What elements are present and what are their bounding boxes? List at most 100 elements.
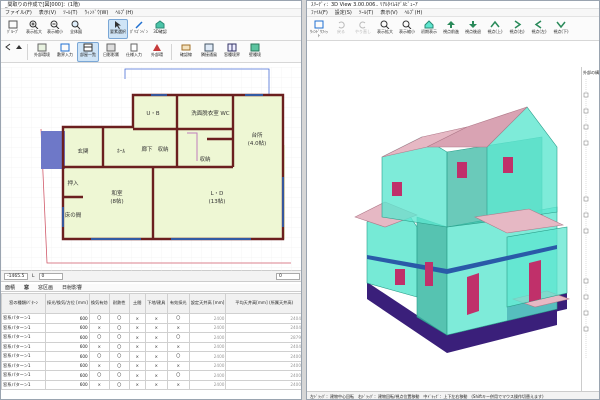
table-cell: 窓系パターン1 [1, 341, 46, 352]
table-row[interactable]: 窓系パターン1 600 × 〇 × × × 2400 2400 [1, 379, 301, 390]
component-tree[interactable]: 外部の構成 [581, 67, 599, 391]
view3d-button[interactable]: 3D確認 [150, 19, 170, 39]
boundary-button[interactable]: 敷界入力 [54, 42, 76, 62]
menu-view[interactable]: 表示(V) [380, 9, 397, 16]
look-right-button[interactable]: 視点(右) [507, 19, 527, 39]
redo-button[interactable]: やり直し [353, 19, 373, 39]
environment-icon [37, 43, 47, 52]
table-row[interactable]: 窓系パターン1 600 × 〇 × × × 2400 2400 [1, 360, 301, 371]
ventilation-button[interactable]: 隣接通風 [198, 42, 220, 62]
table-cell: 2879 [225, 332, 301, 343]
table-row[interactable]: 窓系パターン1 600 〇〇 × × 〇 2400 2400 [1, 351, 301, 362]
table-cell: 600 [45, 313, 90, 324]
fit-window-button[interactable]: ｳｨﾝﾄﾞｳﾌｨｯﾄ [309, 19, 329, 39]
viewer-title: ｽﾘｰﾃﾞｨ：3D View 3.00.006.. ﾘｱﾙﾀｲﾑﾓﾃﾞﾙﾋﾞｭｰ… [311, 2, 418, 8]
check-line-button[interactable]: 確認線 [175, 42, 197, 62]
model-3d-viewport[interactable] [307, 67, 581, 391]
boundary-icon [60, 43, 70, 52]
menu-tools[interactable]: ﾂｰﾙ(T) [63, 9, 77, 16]
viewer-3d-window: ｽﾘｰﾃﾞｨ：3D View 3.00.006.. ﾘｱﾙﾀｲﾑﾓﾃﾞﾙﾋﾞｭｰ… [306, 0, 600, 400]
tab-window[interactable]: 窓 [24, 284, 29, 291]
menu-help[interactable]: ﾍﾙﾌﾟ(H) [115, 9, 133, 16]
menu-settings[interactable]: 設定(S) [335, 9, 352, 16]
tree-node [583, 124, 589, 130]
tab-area[interactable]: 面積 [5, 284, 15, 291]
zoom-field[interactable]: 0 [276, 272, 300, 280]
menu-tools[interactable]: ﾂｰﾙ(T) [359, 9, 373, 16]
shadow-button[interactable]: 日影影響 [100, 42, 122, 62]
length-field[interactable]: 0 [38, 272, 63, 280]
tree-node [583, 196, 589, 202]
room-list-button[interactable]: 部屋一覧 [77, 41, 99, 62]
window-pane [529, 260, 541, 302]
menu-file[interactable]: ファイル(F) [5, 9, 32, 16]
home-view-button[interactable]: 初期表示 [419, 19, 439, 39]
zoom-in-button[interactable]: 表示拡大 [375, 19, 395, 39]
menu-window[interactable]: ｳｨﾝﾄﾞｳ(W) [85, 9, 109, 16]
table-cell: × [88, 341, 110, 352]
look-left-button[interactable]: 視点(左) [529, 19, 549, 39]
floor-plan-canvas[interactable]: U・B 洗面脱衣室 WC 台所 (4.0帖) 玄関 ﾎｰﾙ 廊下 収納 収納 押… [1, 67, 301, 271]
floor-plan-window: _間取りの作成で[図]000]：(1階) ファイル(F) 表示(V) ﾂｰﾙ(T… [0, 0, 302, 400]
menu-help[interactable]: ﾍﾙﾌﾟ(H) [405, 9, 423, 16]
left-toolbar: ｸﾞﾙｰﾌﾟ 表示拡大 表示縮小 全体図 要素選択 ﾎﾟﾘｺﾞﾝﾍﾞﾝ 3D確認 [1, 17, 301, 41]
room-label-oshiire: 押入 [67, 179, 79, 187]
look-down-button[interactable]: 視点(下) [551, 19, 571, 39]
table-cell: 2400 [188, 351, 227, 362]
look-up-button[interactable]: 視点(上) [485, 19, 505, 39]
table-cell: 窓系パターン1 [1, 332, 46, 343]
table-row[interactable]: 窓系パターン1 600 〇〇 × × 〇 2400 2400 [1, 370, 301, 381]
select-icon [113, 20, 123, 29]
nav-up-button[interactable] [14, 42, 24, 62]
menu-file[interactable]: ﾌｧｲﾙ(F) [311, 9, 328, 16]
select-element-button[interactable]: 要素選択 [108, 19, 128, 39]
right-menu-bar: ﾌｧｲﾙ(F) 設定(S) ﾂｰﾙ(T) 表示(V) ﾍﾙﾌﾟ(H) [307, 9, 599, 17]
group-button[interactable]: ｸﾞﾙｰﾌﾟ [3, 19, 23, 39]
table-cell: 2400 [188, 360, 227, 371]
menu-view[interactable]: 表示(V) [39, 9, 56, 16]
zoom-out-button[interactable]: 表示縮小 [45, 19, 65, 39]
window-pane [425, 262, 433, 286]
column-header: 窓の種類/ﾊﾟﾀｰﾝ [1, 293, 46, 314]
tab-window-section[interactable]: 窓区画 [38, 284, 53, 291]
spec-button[interactable]: 仕様入力 [123, 42, 145, 62]
polygon-icon [134, 20, 144, 29]
table-cell: × [144, 341, 168, 352]
room-label-genkan: 玄関 [77, 147, 89, 155]
back-button[interactable]: 視点後退 [463, 19, 483, 39]
left-menu-bar: ファイル(F) 表示(V) ﾂｰﾙ(T) ｳｨﾝﾄﾞｳ(W) ﾍﾙﾌﾟ(H) [1, 9, 301, 17]
table-cell: 窓系パターン1 [1, 313, 46, 324]
undo-button[interactable]: 戻る [331, 19, 351, 39]
polygon-pen-button[interactable]: ﾎﾟﾘｺﾞﾝﾍﾞﾝ [129, 19, 149, 39]
environment-button[interactable]: 外部環境 [31, 42, 53, 62]
forward-button[interactable]: 視点前進 [441, 19, 461, 39]
exterior-button[interactable]: 外部環 [146, 42, 168, 62]
undo-icon [336, 20, 346, 29]
table-body: 窓系パターン1 600 〇〇 × × 〇 2400 2404 窓系パターン1 600 × 〇 × × × 24… [1, 313, 301, 390]
chevron-down-icon [556, 20, 566, 29]
table-cell: × [128, 351, 146, 362]
table-row[interactable]: 窓系パターン1 600 × 〇 × × × 2400 2404 [1, 322, 301, 333]
table-cell: 2404 [225, 341, 301, 352]
blank-button[interactable] [87, 19, 107, 39]
table-row[interactable]: 窓系パターン1 600 〇〇 × × 〇 2400 2879 [1, 332, 301, 343]
chevron-left-icon [534, 20, 544, 29]
room-list-icon [83, 43, 93, 52]
left-title-bar: _間取りの作成で[図]000]：(1階) [1, 1, 301, 9]
nav-left-button[interactable] [3, 42, 13, 62]
table-cell: 〇 [108, 313, 130, 324]
zoom-out-button[interactable]: 表示縮小 [397, 19, 417, 39]
window-pane [457, 162, 467, 178]
window-type-button[interactable]: 窓種境界 [221, 42, 243, 62]
fit-all-button[interactable]: 全体図 [66, 19, 86, 39]
tab-solar[interactable]: 日射影響 [62, 284, 82, 291]
room-label-tokonoma: 床の間 [65, 211, 82, 219]
fit-window-icon [314, 20, 324, 29]
zoom-in-button[interactable]: 表示拡大 [24, 19, 44, 39]
table-row[interactable]: 窓系パターン1 600 〇〇 × × 〇 2400 2404 [1, 313, 301, 324]
table-cell: × [144, 379, 168, 390]
table-cell: 600 [45, 360, 90, 371]
table-row[interactable]: 窓系パターン1 600 × 〇 × × × 2400 2404 [1, 341, 301, 352]
chevron-right-icon [512, 20, 522, 29]
wall-type-button[interactable]: 壁種境 [244, 42, 266, 62]
